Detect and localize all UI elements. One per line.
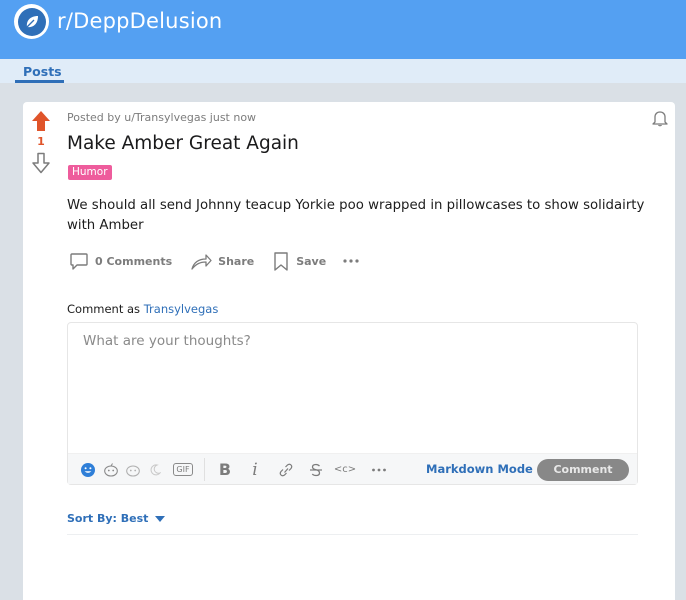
inline-code-label: <c>	[333, 464, 357, 475]
more-formatting-icon[interactable]	[370, 454, 388, 485]
comment-as-text: Comment as	[67, 302, 141, 316]
vote-score: 1	[37, 135, 45, 148]
gif-label: GIF	[173, 463, 193, 476]
italic-label: i	[252, 459, 258, 480]
upvote-icon[interactable]	[31, 110, 51, 132]
link-icon[interactable]	[276, 454, 296, 485]
post-body: We should all send Johnny teacup Yorkie …	[67, 198, 645, 233]
tab-posts[interactable]: Posts	[23, 64, 62, 79]
snoo-emoji-icon[interactable]	[101, 454, 121, 485]
comment-as-label: Comment as Transylvegas	[67, 302, 218, 316]
toolbar-divider	[204, 458, 205, 481]
bell-icon[interactable]	[651, 109, 669, 127]
downvote-icon[interactable]	[31, 152, 51, 174]
bold-label: B	[218, 460, 232, 479]
editor-toolbar: GIF B i <c> Markdown Mode Comment	[68, 453, 637, 484]
post-actions: 0 Comments Share Save	[69, 250, 366, 272]
bold-button[interactable]: B	[216, 454, 234, 485]
save-button[interactable]: Save	[272, 251, 326, 271]
inline-code-button[interactable]: <c>	[334, 454, 356, 485]
comment-as-user[interactable]: Transylvegas	[144, 302, 219, 316]
caret-down-icon	[155, 515, 166, 522]
post-meta: Posted by u/Transylvegas just now	[67, 111, 257, 124]
leaf-icon	[17, 7, 46, 36]
post-title[interactable]: Make Amber Great Again	[67, 133, 299, 154]
comment-input[interactable]	[68, 323, 637, 453]
markdown-mode-button[interactable]: Markdown Mode	[426, 454, 533, 485]
subreddit-name[interactable]: r/DeppDelusion	[57, 9, 222, 33]
comment-icon	[70, 253, 88, 270]
comments-button[interactable]: 0 Comments	[69, 251, 172, 271]
emoji-icon[interactable]	[78, 454, 98, 485]
share-icon	[191, 254, 212, 270]
sort-dropdown[interactable]: Sort By: Best	[67, 512, 166, 525]
strikethrough-icon[interactable]	[306, 454, 326, 485]
italic-button[interactable]: i	[247, 454, 263, 485]
subreddit-header: r/DeppDelusion	[0, 0, 686, 59]
active-tab-indicator	[15, 80, 64, 83]
share-label: Share	[218, 254, 255, 268]
share-button[interactable]: Share	[190, 251, 254, 271]
comments-count: 0 Comments	[95, 254, 173, 268]
subreddit-avatar[interactable]	[14, 4, 49, 39]
more-options-icon[interactable]	[342, 258, 366, 264]
gif-button[interactable]: GIF	[172, 454, 194, 485]
save-label: Save	[296, 254, 327, 268]
divider	[67, 534, 638, 535]
tab-bar: Posts	[0, 59, 686, 83]
post-flair[interactable]: Humor	[68, 165, 112, 180]
snoo-emoji-icon-2[interactable]	[123, 454, 143, 485]
comment-submit-button[interactable]: Comment	[537, 459, 629, 481]
sort-label: Sort By: Best	[67, 512, 149, 525]
comment-editor: GIF B i <c> Markdown Mode Comment	[67, 322, 638, 485]
bookmark-icon	[274, 252, 288, 271]
moon-icon[interactable]	[146, 454, 164, 485]
